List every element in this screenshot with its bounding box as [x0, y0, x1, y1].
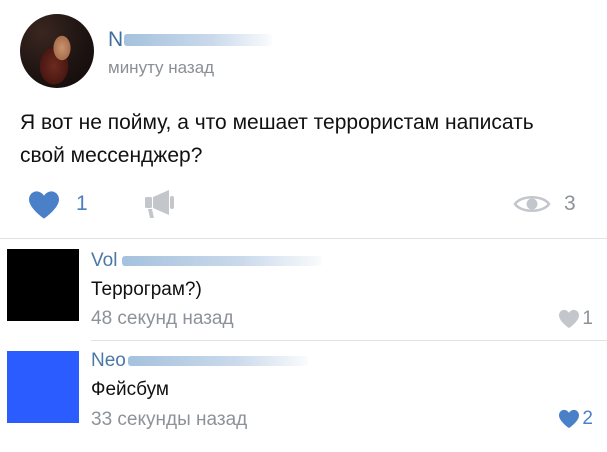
- comment-text: Фейсбум: [91, 379, 169, 400]
- post-time: минуту назад: [108, 58, 215, 77]
- view-count: 3: [564, 192, 576, 215]
- eye-icon: [513, 195, 551, 213]
- megaphone-icon[interactable]: [143, 188, 177, 220]
- comment-like[interactable]: 2: [558, 408, 593, 430]
- like-count: 1: [76, 192, 88, 215]
- comment-avatar[interactable]: [7, 249, 79, 321]
- comment-item: Neo Фейсбум 33 секунды назад 2: [0, 340, 607, 440]
- comment-author[interactable]: Neo: [91, 350, 126, 372]
- author-name-blur: [124, 34, 272, 46]
- comment-like-count: 1: [582, 308, 593, 329]
- comment-like-count: 2: [582, 408, 593, 429]
- comment-avatar[interactable]: [7, 351, 79, 423]
- comment-author[interactable]: Vol: [91, 250, 117, 272]
- comment-item: Vol Террограм?) 48 секунд назад 1: [0, 238, 607, 338]
- heart-icon[interactable]: [27, 190, 61, 220]
- comment-author-blur: [122, 256, 322, 266]
- comment-author-blur: [128, 356, 308, 366]
- post-actions: 1 3: [0, 186, 607, 222]
- comment-time: 33 секунды назад: [91, 409, 248, 430]
- heart-icon: [559, 309, 580, 329]
- comment-like[interactable]: 1: [558, 308, 593, 330]
- comment-text: Террограм?): [91, 279, 202, 300]
- author-avatar[interactable]: [20, 14, 94, 88]
- post: N минуту назад Я вот не пойму, а что меш…: [0, 0, 607, 238]
- author-name[interactable]: N: [108, 28, 123, 52]
- comment-time: 48 секунд назад: [91, 308, 234, 329]
- post-text: Я вот не пойму, а что мешает террористам…: [20, 111, 534, 167]
- heart-icon: [559, 409, 580, 429]
